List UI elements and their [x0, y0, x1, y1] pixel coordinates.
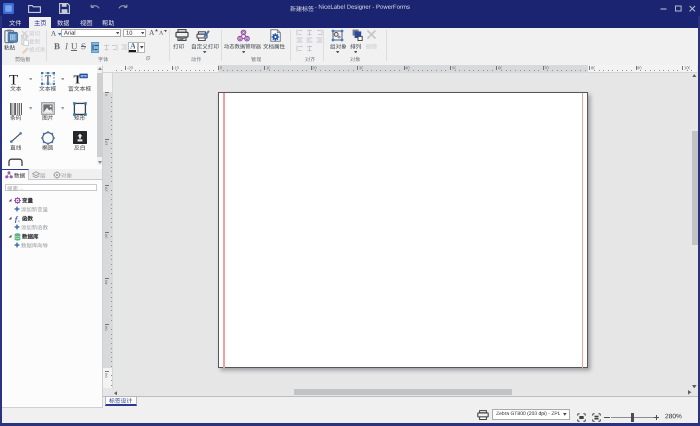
svg-text:T: T: [44, 75, 51, 85]
